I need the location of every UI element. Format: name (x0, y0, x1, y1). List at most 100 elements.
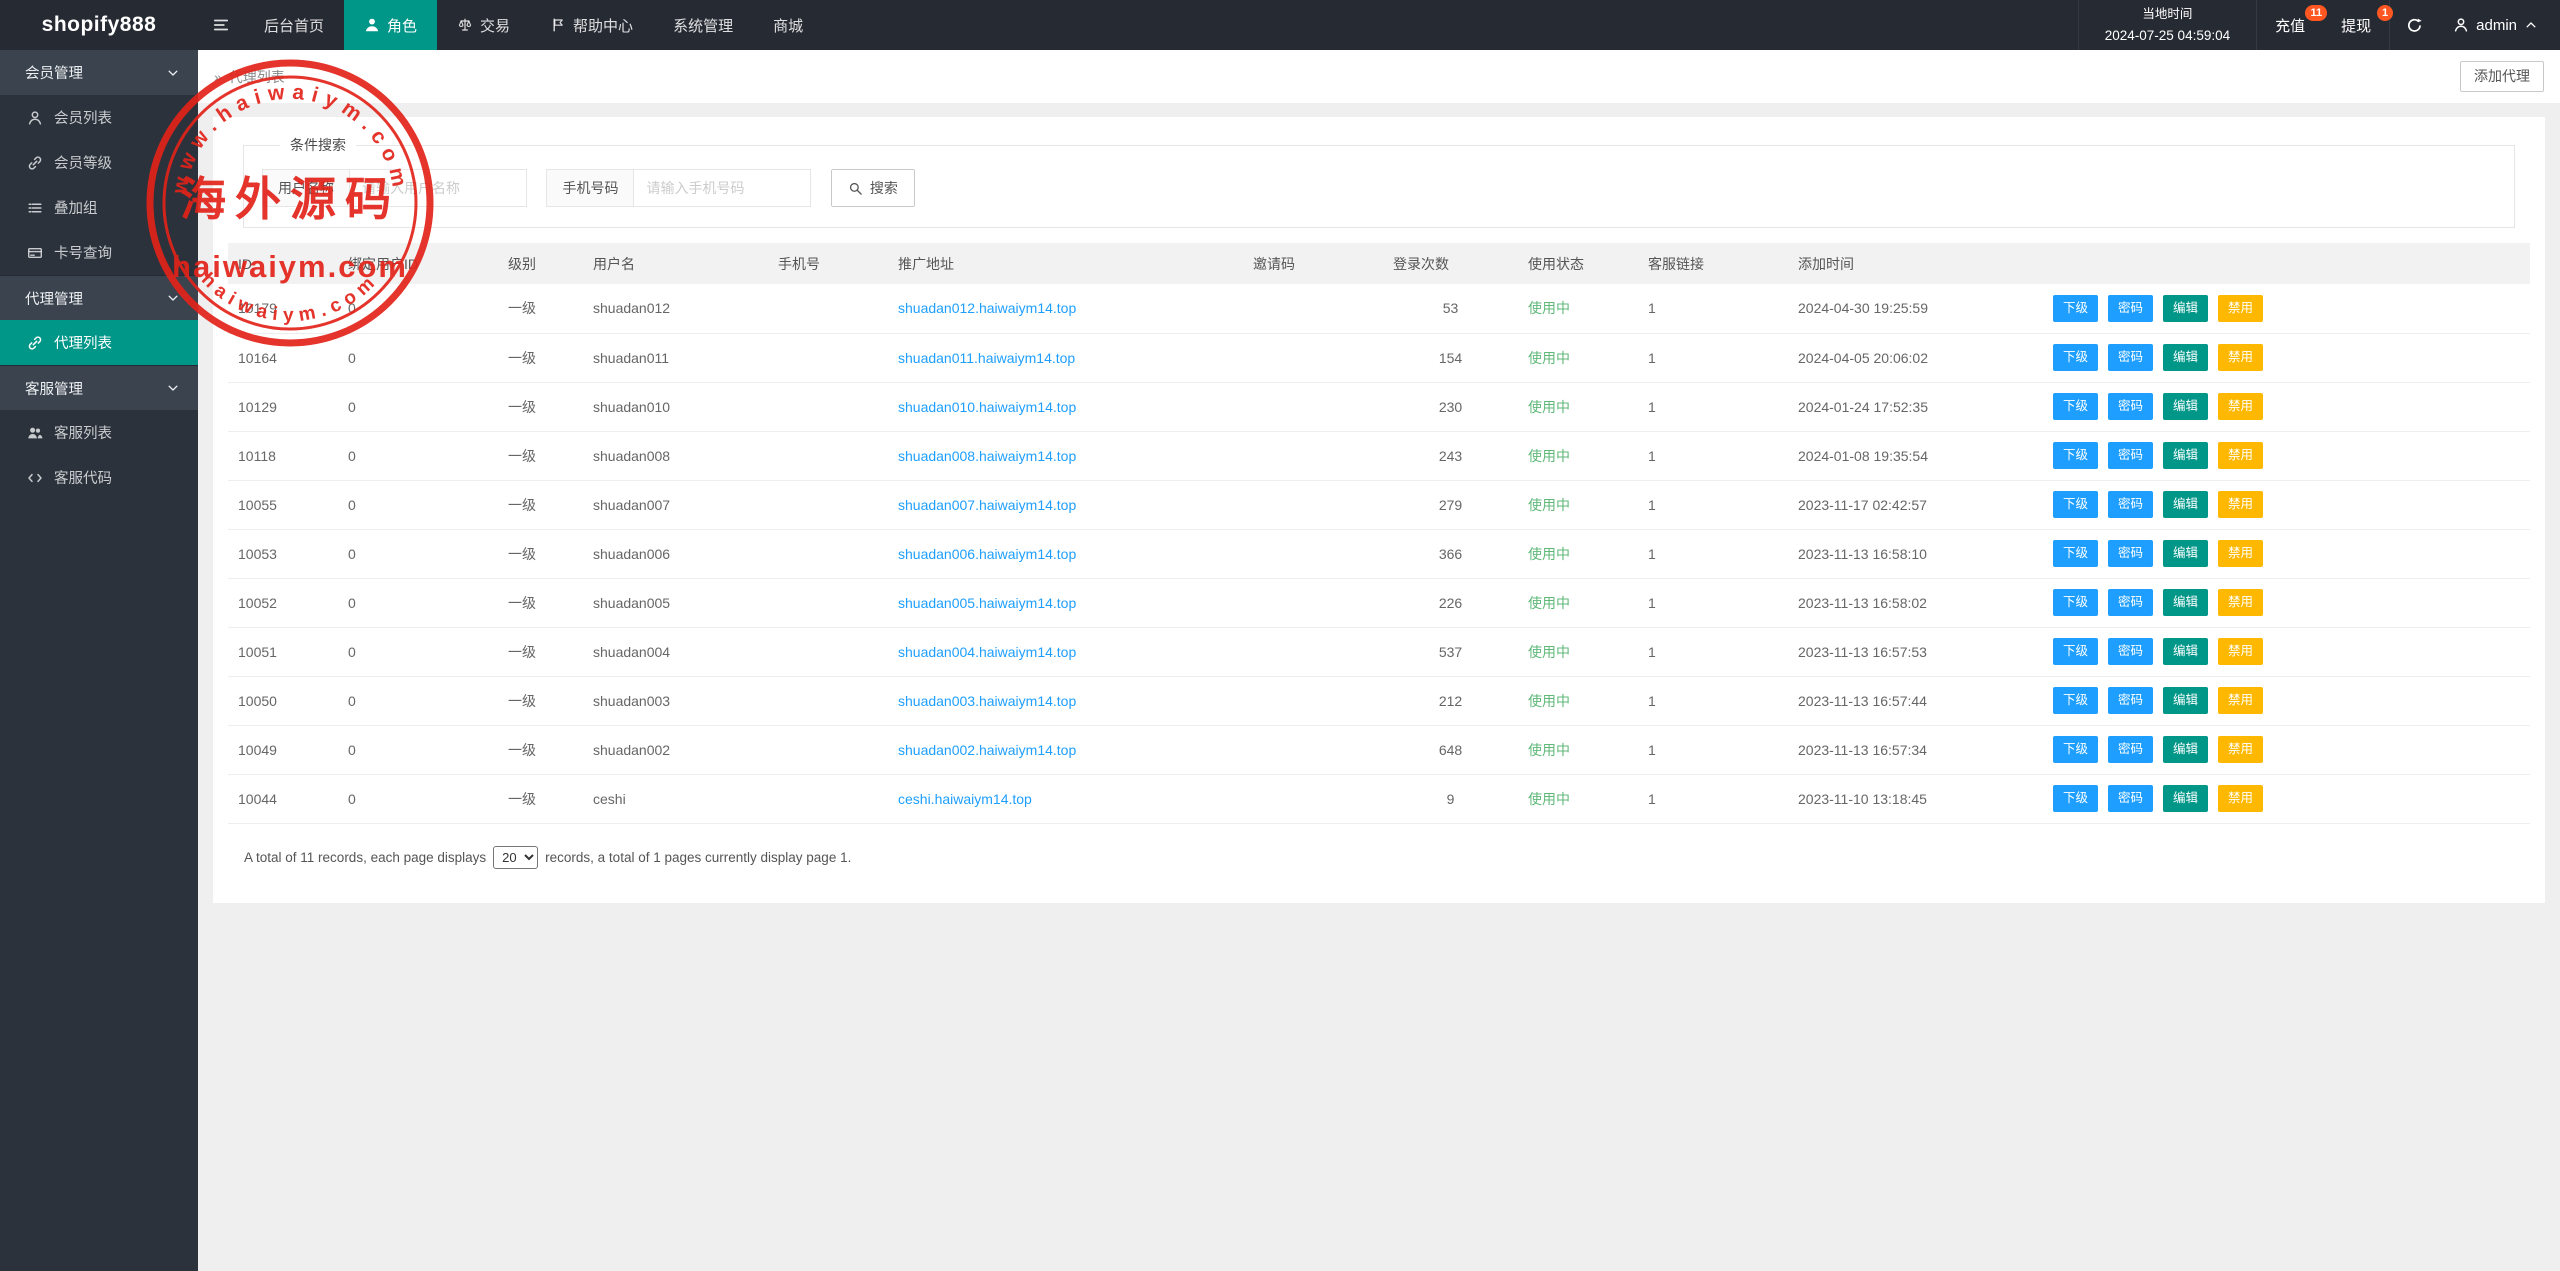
sidebar-group-会员管理[interactable]: 会员管理 (0, 50, 198, 95)
action-disable-button[interactable]: 禁用 (2218, 638, 2263, 665)
cell-service-link: 1 (1638, 627, 1788, 676)
action-edit-button[interactable]: 编辑 (2163, 491, 2208, 518)
cell-phone (768, 284, 888, 333)
action-disable-button[interactable]: 禁用 (2218, 540, 2263, 567)
sidebar-item-会员等级[interactable]: 会员等级 (0, 140, 198, 185)
action-subordinate-button[interactable]: 下级 (2053, 491, 2098, 518)
status-badge: 使用中 (1528, 497, 1570, 513)
promo-link[interactable]: shuadan011.haiwaiym14.top (898, 350, 1075, 366)
action-disable-button[interactable]: 禁用 (2218, 589, 2263, 616)
promo-link[interactable]: ceshi.haiwaiym14.top (898, 791, 1032, 807)
nav-item-后台首页[interactable]: 后台首页 (244, 0, 344, 50)
promo-link[interactable]: shuadan002.haiwaiym14.top (898, 742, 1076, 758)
action-password-button[interactable]: 密码 (2108, 638, 2153, 665)
cell-created: 2023-11-17 02:42:57 (1788, 480, 2043, 529)
action-disable-button[interactable]: 禁用 (2218, 687, 2263, 714)
nav-item-商城[interactable]: 商城 (753, 0, 823, 50)
action-disable-button[interactable]: 禁用 (2218, 344, 2263, 371)
cell-service-link: 1 (1638, 480, 1788, 529)
action-disable-button[interactable]: 禁用 (2218, 736, 2263, 763)
action-edit-button[interactable]: 编辑 (2163, 687, 2208, 714)
sidebar-item-代理列表[interactable]: 代理列表 (0, 320, 198, 365)
sidebar-item-客服代码[interactable]: 客服代码 (0, 455, 198, 500)
sidebar-toggle-button[interactable] (198, 0, 244, 50)
action-disable-button[interactable]: 禁用 (2218, 393, 2263, 420)
nav-item-交易[interactable]: 交易 (437, 0, 530, 50)
action-password-button[interactable]: 密码 (2108, 344, 2153, 371)
action-edit-button[interactable]: 编辑 (2163, 295, 2208, 322)
action-disable-button[interactable]: 禁用 (2218, 491, 2263, 518)
action-password-button[interactable]: 密码 (2108, 687, 2153, 714)
action-edit-button[interactable]: 编辑 (2163, 589, 2208, 616)
withdraw-menu-item[interactable]: 提现 1 (2323, 0, 2389, 50)
action-subordinate-button[interactable]: 下级 (2053, 442, 2098, 469)
nav-item-label: 后台首页 (264, 15, 324, 36)
sidebar-item-叠加组[interactable]: 叠加组 (0, 185, 198, 230)
promo-link[interactable]: shuadan003.haiwaiym14.top (898, 693, 1076, 709)
promo-link[interactable]: shuadan008.haiwaiym14.top (898, 448, 1076, 464)
action-edit-button[interactable]: 编辑 (2163, 393, 2208, 420)
promo-link[interactable]: shuadan005.haiwaiym14.top (898, 595, 1076, 611)
nav-item-label: 商城 (773, 15, 803, 36)
promo-link[interactable]: shuadan006.haiwaiym14.top (898, 546, 1076, 562)
action-edit-button[interactable]: 编辑 (2163, 736, 2208, 763)
action-edit-button[interactable]: 编辑 (2163, 785, 2208, 812)
cell-level: 一级 (498, 431, 583, 480)
link-icon (27, 335, 43, 351)
action-subordinate-button[interactable]: 下级 (2053, 589, 2098, 616)
action-password-button[interactable]: 密码 (2108, 540, 2153, 567)
promo-link[interactable]: shuadan012.haiwaiym14.top (898, 300, 1076, 316)
nav-item-系统管理[interactable]: 系统管理 (653, 0, 753, 50)
column-header: 客服链接 (1638, 243, 1788, 284)
user-menu[interactable]: admin (2439, 0, 2560, 50)
action-edit-button[interactable]: 编辑 (2163, 638, 2208, 665)
phone-filter: 手机号码 (546, 169, 811, 207)
action-password-button[interactable]: 密码 (2108, 736, 2153, 763)
sidebar-group: 会员管理会员列表会员等级叠加组卡号查询 (0, 50, 198, 275)
nav-item-角色[interactable]: 角色 (344, 0, 437, 50)
action-edit-button[interactable]: 编辑 (2163, 540, 2208, 567)
action-disable-button[interactable]: 禁用 (2218, 295, 2263, 322)
promo-link[interactable]: shuadan007.haiwaiym14.top (898, 497, 1076, 513)
cell-promo-url: shuadan007.haiwaiym14.top (888, 480, 1243, 529)
promo-link[interactable]: shuadan010.haiwaiym14.top (898, 399, 1076, 415)
promo-link[interactable]: shuadan004.haiwaiym14.top (898, 644, 1076, 660)
action-edit-button[interactable]: 编辑 (2163, 442, 2208, 469)
sidebar-item-卡号查询[interactable]: 卡号查询 (0, 230, 198, 275)
recharge-menu-item[interactable]: 充值 11 (2257, 0, 2323, 50)
action-subordinate-button[interactable]: 下级 (2053, 687, 2098, 714)
phone-input[interactable] (633, 169, 811, 207)
sidebar-group-客服管理[interactable]: 客服管理 (0, 365, 198, 410)
sidebar-item-label: 代理列表 (54, 332, 112, 353)
action-subordinate-button[interactable]: 下级 (2053, 540, 2098, 567)
page-size-select[interactable]: 20 (493, 846, 538, 869)
sidebar-item-会员列表[interactable]: 会员列表 (0, 95, 198, 140)
sidebar-item-客服列表[interactable]: 客服列表 (0, 410, 198, 455)
action-password-button[interactable]: 密码 (2108, 491, 2153, 518)
sidebar: 会员管理会员列表会员等级叠加组卡号查询代理管理代理列表客服管理客服列表客服代码 (0, 50, 198, 1271)
action-subordinate-button[interactable]: 下级 (2053, 393, 2098, 420)
action-password-button[interactable]: 密码 (2108, 589, 2153, 616)
action-subordinate-button[interactable]: 下级 (2053, 344, 2098, 371)
add-agent-button[interactable]: 添加代理 (2460, 61, 2544, 92)
username-input[interactable] (349, 169, 527, 207)
action-subordinate-button[interactable]: 下级 (2053, 295, 2098, 322)
action-disable-button[interactable]: 禁用 (2218, 785, 2263, 812)
action-password-button[interactable]: 密码 (2108, 393, 2153, 420)
action-subordinate-button[interactable]: 下级 (2053, 638, 2098, 665)
action-edit-button[interactable]: 编辑 (2163, 344, 2208, 371)
action-password-button[interactable]: 密码 (2108, 442, 2153, 469)
action-subordinate-button[interactable]: 下级 (2053, 736, 2098, 763)
action-disable-button[interactable]: 禁用 (2218, 442, 2263, 469)
action-password-button[interactable]: 密码 (2108, 785, 2153, 812)
search-button[interactable]: 搜索 (831, 169, 915, 207)
action-password-button[interactable]: 密码 (2108, 295, 2153, 322)
action-subordinate-button[interactable]: 下级 (2053, 785, 2098, 812)
username-label: 用户名称 (262, 169, 350, 207)
sidebar-group-代理管理[interactable]: 代理管理 (0, 275, 198, 320)
nav-item-帮助中心[interactable]: 帮助中心 (530, 0, 653, 50)
cell-status: 使用中 (1518, 627, 1638, 676)
refresh-button[interactable] (2389, 0, 2439, 50)
pagination-text-before: A total of 11 records, each page display… (244, 850, 486, 865)
cell-level: 一级 (498, 529, 583, 578)
